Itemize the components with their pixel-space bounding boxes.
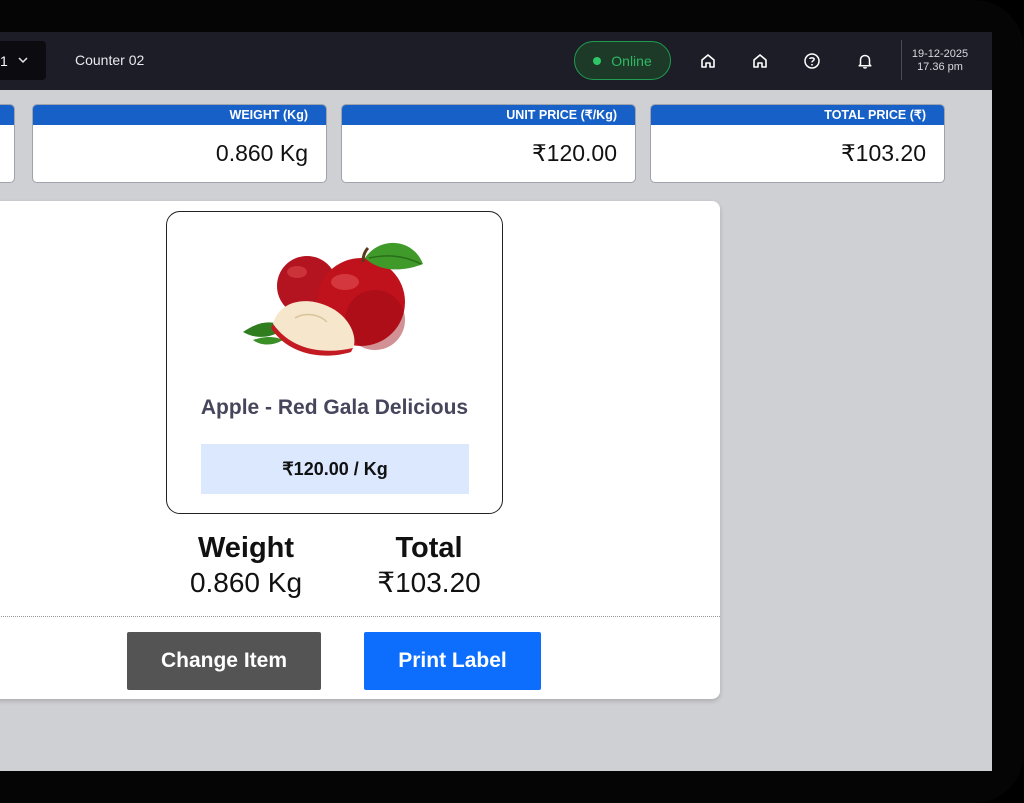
metric-weight-value: 0.860 Kg xyxy=(215,140,308,166)
metric-header xyxy=(0,105,14,125)
counter-dropdown[interactable]: 1 xyxy=(0,41,46,80)
time-text: 17.36 pm xyxy=(917,61,963,73)
online-status-badge: Online xyxy=(574,41,671,80)
date-text: 19-12-2025 xyxy=(911,48,969,60)
item-card[interactable]: Apple - Red Gala Delicious ₹120.00 / Kg xyxy=(166,211,503,514)
counter-dropdown-value: 1 xyxy=(0,52,8,69)
metric-total-price: TOTAL PRICE (₹) ₹103.20 xyxy=(650,104,945,183)
status-label: Online xyxy=(611,52,652,69)
help-icon[interactable] xyxy=(801,50,823,72)
home-icon[interactable] xyxy=(697,50,719,72)
metric-weight: WEIGHT (Kg) 0.860 Kg xyxy=(32,104,327,183)
bell-icon[interactable] xyxy=(854,50,876,72)
summary-total: Total ₹103.20 xyxy=(366,531,492,601)
summary-weight: Weight 0.860 Kg xyxy=(186,531,306,601)
topbar-divider xyxy=(901,40,902,80)
summary-weight-label: Weight xyxy=(197,532,295,564)
status-dot-icon xyxy=(593,56,602,65)
metric-unit-price: UNIT PRICE (₹/Kg) ₹120.00 xyxy=(341,104,636,183)
app-screen: 1 Counter 02 Online 19-12-2025 17.36 pm … xyxy=(0,32,992,771)
chevron-down-icon xyxy=(18,55,28,67)
metric-total-price-value: ₹103.20 xyxy=(841,140,926,166)
change-item-button[interactable]: Change Item xyxy=(127,632,321,690)
device-frame: 1 Counter 02 Online 19-12-2025 17.36 pm … xyxy=(0,0,1024,803)
counter-name: Counter 02 xyxy=(75,52,145,68)
panel-divider xyxy=(0,616,720,617)
metric-weight-label: WEIGHT (Kg) xyxy=(33,105,326,125)
red-apple-image xyxy=(235,240,435,370)
metric-unit-price-label: UNIT PRICE (₹/Kg) xyxy=(342,105,635,125)
metric-card-partial xyxy=(0,104,15,183)
top-bar: 1 Counter 02 Online 19-12-2025 17.36 pm xyxy=(0,32,992,90)
summary-weight-value: 0.860 Kg xyxy=(189,567,303,598)
summary-total-value: ₹103.20 xyxy=(377,567,481,598)
item-detail-panel: Apple - Red Gala Delicious ₹120.00 / Kg … xyxy=(0,201,720,699)
metric-total-price-label: TOTAL PRICE (₹) xyxy=(651,105,944,125)
item-name: Apple - Red Gala Delicious xyxy=(200,396,469,419)
date-time-display: 19-12-2025 17.36 pm xyxy=(904,48,976,74)
metric-unit-price-value: ₹120.00 xyxy=(532,140,617,166)
print-label-button[interactable]: Print Label xyxy=(364,632,541,690)
home-icon[interactable] xyxy=(749,50,771,72)
item-unit-price: ₹120.00 / Kg xyxy=(201,444,469,494)
summary-total-label: Total xyxy=(395,532,463,564)
